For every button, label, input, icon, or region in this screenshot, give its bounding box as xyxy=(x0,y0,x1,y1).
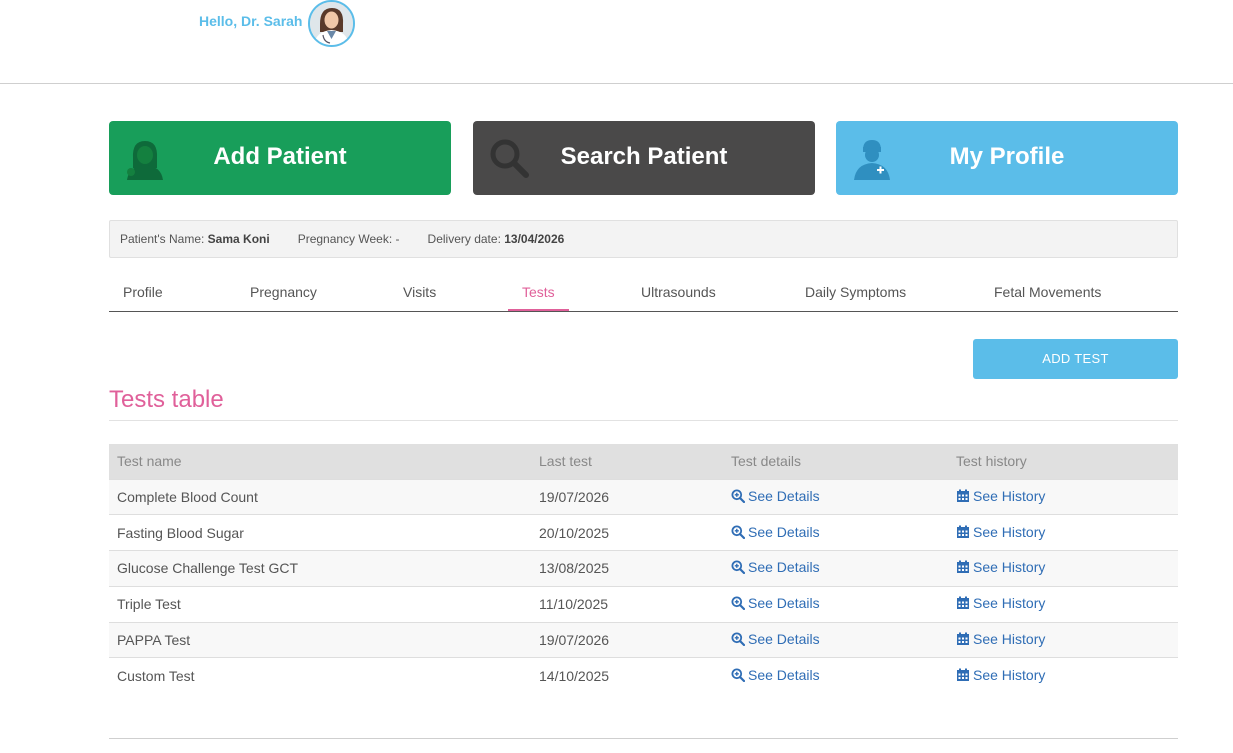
table-row: Glucose Challenge Test GCT 13/08/2025 See … xyxy=(109,550,1178,587)
calendar-icon xyxy=(957,560,969,574)
tab-bar: Profile Pregnancy Visits Tests Ultrasoun… xyxy=(109,276,1178,312)
section-title: Tests table xyxy=(109,386,224,413)
zoom-icon xyxy=(731,668,745,683)
top-header: Hello, Dr. Sarah xyxy=(0,0,1233,84)
cell-history: See History xyxy=(948,621,1178,658)
table-row: Complete Blood Count 19/07/2026 See Detail… xyxy=(109,478,1178,515)
pregnancy-week: Pregnancy Week: - xyxy=(297,232,400,246)
tab-daily-symptoms[interactable]: Daily Symptoms xyxy=(805,284,906,300)
see-details-label: See Details xyxy=(748,523,820,540)
cell-test-name: Complete Blood Count xyxy=(109,478,531,515)
see-details-link[interactable]: See Details xyxy=(731,559,820,575)
cell-test-name: Fasting Blood Sugar xyxy=(109,514,531,551)
zoom-icon xyxy=(731,525,745,539)
calendar-icon xyxy=(957,596,969,610)
cell-history: See History xyxy=(948,514,1178,551)
header-last-test: Last test xyxy=(531,444,723,479)
see-history-link[interactable]: See History xyxy=(956,631,1045,647)
calendar-icon xyxy=(957,525,969,538)
tab-visits[interactable]: Visits xyxy=(403,284,436,300)
tab-pregnancy[interactable]: Pregnancy xyxy=(250,284,317,300)
delivery-date: Delivery date: 13/04/2026 xyxy=(427,232,565,246)
active-tab-indicator xyxy=(508,309,569,311)
search-patient-label: Search Patient xyxy=(560,143,728,170)
zoom-icon xyxy=(731,632,745,647)
see-details-label: See Details xyxy=(748,631,820,648)
calendar-icon xyxy=(957,632,969,646)
cell-last-test: 14/10/2025 xyxy=(531,657,723,694)
my-profile-button[interactable]: My Profile xyxy=(836,121,1178,195)
see-details-link[interactable]: See Details xyxy=(731,631,820,647)
see-history-label: See History xyxy=(973,523,1046,540)
see-details-link[interactable]: See Details xyxy=(731,524,820,540)
see-history-link[interactable]: See History xyxy=(956,667,1045,683)
search-patient-button[interactable]: Search Patient xyxy=(473,121,815,195)
zoom-icon xyxy=(731,596,745,611)
table-row: Triple Test 11/10/2025 See Details See Hist… xyxy=(109,585,1178,623)
cell-history: See History xyxy=(948,550,1178,587)
calendar-icon xyxy=(957,668,969,682)
see-details-link[interactable]: See Details xyxy=(731,667,820,683)
see-history-link[interactable]: See History xyxy=(956,559,1045,575)
see-history-label: See History xyxy=(973,667,1046,684)
tab-tests[interactable]: Tests xyxy=(522,284,555,300)
cell-details: See Details xyxy=(723,514,948,551)
tab-ultrasounds[interactable]: Ultrasounds xyxy=(641,284,716,300)
see-details-label: See Details xyxy=(748,559,820,576)
cell-test-name: Custom Test xyxy=(109,657,531,694)
see-history-label: See History xyxy=(973,487,1046,504)
calendar-icon xyxy=(957,489,969,502)
see-details-label: See Details xyxy=(748,595,820,612)
cell-details: See Details xyxy=(723,585,948,623)
greeting-text: Hello, Dr. Sarah xyxy=(199,13,303,29)
section-divider xyxy=(109,420,1178,421)
tab-fetal-movements[interactable]: Fetal Movements xyxy=(994,284,1101,300)
bottom-divider xyxy=(109,738,1178,739)
see-history-link[interactable]: See History xyxy=(956,488,1045,504)
see-history-link[interactable]: See History xyxy=(956,524,1045,540)
cell-details: See Details xyxy=(723,550,948,587)
see-history-link[interactable]: See History xyxy=(956,595,1045,611)
cell-test-name: Triple Test xyxy=(109,585,531,623)
see-history-label: See History xyxy=(973,595,1046,612)
see-details-label: See Details xyxy=(748,487,820,504)
patient-name: Patient's Name: Sama Koni xyxy=(120,232,270,246)
cell-last-test: 19/07/2026 xyxy=(531,478,723,515)
zoom-icon xyxy=(731,489,745,503)
cell-test-name: Glucose Challenge Test GCT xyxy=(109,550,531,587)
cell-last-test: 19/07/2026 xyxy=(531,621,723,658)
table-row: Custom Test 14/10/2025 See Details See Hist… xyxy=(109,657,1178,694)
cell-details: See Details xyxy=(723,621,948,658)
see-details-link[interactable]: See Details xyxy=(731,595,820,611)
header-test-details: Test details xyxy=(723,444,948,479)
cell-history: See History xyxy=(948,478,1178,515)
table-row: PAPPA Test 19/07/2026 See Details See Histo… xyxy=(109,621,1178,658)
cell-last-test: 20/10/2025 xyxy=(531,514,723,551)
cell-history: See History xyxy=(948,585,1178,623)
see-details-link[interactable]: See Details xyxy=(731,488,820,504)
add-patient-label: Add Patient xyxy=(213,143,347,170)
header-test-history: Test history xyxy=(948,444,1178,479)
table-row: Fasting Blood Sugar 20/10/2025 See Details… xyxy=(109,514,1178,551)
cell-history: See History xyxy=(948,657,1178,694)
zoom-icon xyxy=(731,560,745,575)
cell-details: See Details xyxy=(723,478,948,515)
see-history-label: See History xyxy=(973,559,1046,576)
see-details-label: See Details xyxy=(748,667,820,684)
avatar[interactable] xyxy=(308,0,355,47)
cell-details: See Details xyxy=(723,657,948,694)
tests-table: Test name Last test Test details Test hi… xyxy=(109,444,1178,694)
my-profile-label: My Profile xyxy=(949,143,1065,170)
cell-last-test: 13/08/2025 xyxy=(531,550,723,587)
see-history-label: See History xyxy=(973,631,1046,648)
add-test-button[interactable]: ADD TEST xyxy=(973,339,1178,379)
add-patient-button[interactable]: Add Patient xyxy=(109,121,451,195)
patient-info-bar: Patient's Name: Sama Koni Pregnancy Week… xyxy=(109,220,1178,258)
header-test-name: Test name xyxy=(109,444,531,479)
cell-test-name: PAPPA Test xyxy=(109,621,531,658)
cell-last-test: 11/10/2025 xyxy=(531,585,723,623)
table-header-row: Test name Last test Test details Test hi… xyxy=(109,444,1178,479)
tab-profile[interactable]: Profile xyxy=(123,284,163,300)
